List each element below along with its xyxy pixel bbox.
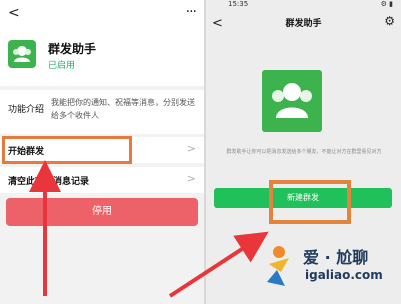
left-screen: < ··· 群发助手 已启用 功能介绍 我能把你的通知、祝福等消息，分别发送给多…	[0, 0, 204, 304]
gear-icon[interactable]: ⚙	[384, 14, 395, 28]
group-people-icon	[262, 70, 322, 132]
top-bar: < ···	[0, 0, 204, 28]
intro-section: 功能介绍 我能把你的通知、祝福等消息，分别发送给多个收件人	[0, 90, 204, 134]
watermark: 爱 · 尬聊 igaliao.com	[261, 238, 393, 298]
stop-button[interactable]: 停用	[6, 198, 198, 226]
app-card: 群发助手 已启用	[0, 28, 204, 86]
right-screen: 15:35 ⚙ ▮ < 群发助手 ⚙ 群发助手让你可以把消息发送给多个朋友，不能…	[206, 0, 401, 304]
chevron-right-icon: >	[186, 142, 196, 155]
page-title: 群发助手	[285, 19, 322, 29]
status-icons: ⚙ ▮	[380, 0, 393, 8]
chevron-right-icon: >	[186, 172, 196, 185]
app-name: 群发助手	[48, 42, 97, 56]
watermark-name: 爱 · 尬聊	[303, 248, 369, 267]
highlight-box	[2, 136, 132, 164]
group-people-icon	[8, 40, 36, 68]
more-dots-icon[interactable]: ···	[186, 4, 197, 20]
intro-text: 我能把你的通知、祝福等消息，分别发送给多个收件人	[51, 98, 195, 120]
logo-mark-icon	[261, 242, 301, 288]
watermark-url: igaliao.com	[305, 268, 383, 282]
clear-history-row[interactable]: 清空此功能消息记录 >	[0, 167, 204, 193]
status-time: 15:35	[228, 0, 249, 8]
status-bar: 15:35 ⚙ ▮	[206, 0, 401, 8]
highlight-box	[269, 180, 351, 224]
clear-history-label: 清空此功能消息记录	[8, 177, 90, 187]
app-status: 已启用	[48, 61, 76, 71]
feature-description: 群发助手让你可以把消息发送给多个朋友，不能让对方在群里看见对方	[226, 149, 382, 155]
intro-label: 功能介绍	[8, 105, 45, 115]
chevron-left-icon[interactable]: <	[8, 6, 20, 20]
